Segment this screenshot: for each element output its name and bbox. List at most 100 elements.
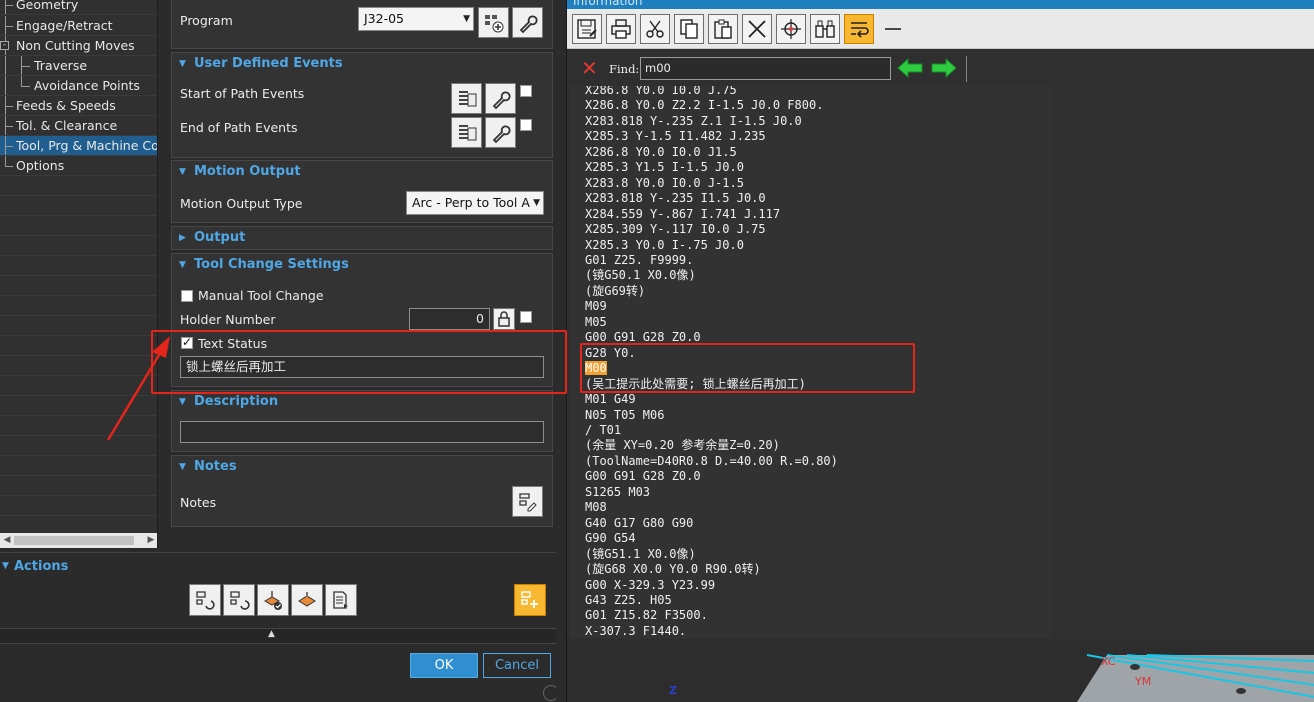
cut-button[interactable] <box>640 14 670 44</box>
print-button[interactable] <box>606 14 636 44</box>
customize-icon <box>521 591 538 608</box>
motion-output-type-select[interactable]: Arc - Perp to Tool A ▼ <box>406 191 544 215</box>
holder-number-value: 0 <box>476 311 484 326</box>
scrollbar-thumb[interactable] <box>14 536 134 545</box>
tree-item-label: Options <box>16 158 65 173</box>
chevron-up-icon: ▲ <box>268 629 275 639</box>
code-line: X284.559 Y-.867 I.741 J.117 <box>585 206 781 221</box>
select-point-button[interactable] <box>776 14 806 44</box>
tree-connector <box>21 86 30 87</box>
tree-connector <box>5 26 13 27</box>
end-events-list-button[interactable] <box>451 117 482 148</box>
find-button[interactable] <box>810 14 840 44</box>
scroll-right-icon[interactable]: ▶ <box>144 533 157 548</box>
replay-button[interactable] <box>223 584 255 616</box>
cancel-button[interactable]: Cancel <box>483 653 551 678</box>
end-events-checkbox[interactable] <box>520 119 532 131</box>
tree-connector <box>5 56 6 75</box>
code-line: S1265 M03 <box>585 484 651 499</box>
wrench-icon <box>492 91 511 110</box>
list-output-button[interactable] <box>325 584 357 616</box>
code-line: G01 Z25. F9999. <box>585 252 694 267</box>
edit-program-button[interactable] <box>512 7 543 38</box>
new-program-icon <box>485 15 504 33</box>
delete-button[interactable] <box>742 14 772 44</box>
verify-icon <box>263 591 282 610</box>
tool-change-header[interactable]: ▼ Tool Change Settings <box>172 254 552 276</box>
simulate-button[interactable] <box>291 584 323 616</box>
start-events-label: Start of Path Events <box>180 86 305 101</box>
tree-item-non-cutting-moves[interactable]: - Non Cutting Moves <box>0 36 157 56</box>
notes-label: Notes <box>180 495 217 510</box>
verify-button[interactable] <box>257 584 289 616</box>
start-events-list-button[interactable] <box>451 83 482 114</box>
collapse-triangle-icon[interactable]: ▼ <box>2 561 9 571</box>
tree-item-traverse[interactable]: Traverse <box>0 56 157 76</box>
ok-button[interactable]: OK <box>410 653 478 678</box>
code-line: X286.8 Y0.0 I0.0 J1.5 <box>585 144 737 159</box>
chevron-down-icon: ▼ <box>533 198 540 208</box>
tree-connector <box>5 146 13 147</box>
start-events-edit-button[interactable] <box>485 83 516 114</box>
manual-tool-change-checkbox[interactable] <box>181 290 193 302</box>
settings-panel: Program J32-05 ▼ ▼ User Defined Events S… <box>163 0 563 548</box>
close-find-icon[interactable]: ✕ <box>581 58 598 78</box>
code-line: X283.8 Y0.0 I0.0 J-1.5 <box>585 175 744 190</box>
new-program-button[interactable] <box>478 7 509 38</box>
tree-item-tool-prg-machine[interactable]: Tool, Prg & Machine Co <box>0 136 157 156</box>
holder-number-checkbox[interactable] <box>520 311 532 323</box>
graphics-viewport[interactable]: XC YM Z <box>567 639 1314 702</box>
find-next-icon[interactable] <box>931 58 957 78</box>
word-wrap-button[interactable] <box>844 14 874 44</box>
annotation-box-text-status <box>151 330 567 394</box>
start-events-checkbox[interactable] <box>520 85 532 97</box>
replay-path-icon <box>230 591 250 610</box>
notes-header[interactable]: ▼ Notes <box>172 456 552 478</box>
tree-item-label: Non Cutting Moves <box>16 38 135 53</box>
tree-item-feeds-speeds[interactable]: Feeds & Speeds <box>0 96 157 116</box>
save-as-button[interactable] <box>572 14 602 44</box>
actions-title[interactable]: Actions <box>14 559 68 574</box>
collapse-bar[interactable]: ▲ <box>0 628 556 644</box>
holder-lock-button[interactable] <box>493 308 515 330</box>
holder-number-field[interactable]: 0 <box>409 308 490 330</box>
output-header[interactable]: ▶ Output <box>171 226 553 250</box>
code-line: X286.8 Y0.0 Z2.2 I-1.5 J0.0 F800. <box>585 98 824 113</box>
collapse-triangle-icon: ▼ <box>179 462 186 472</box>
list-output-icon <box>333 591 348 609</box>
minimize-button[interactable] <box>878 14 908 44</box>
tree-item-geometry[interactable]: Geometry <box>0 0 157 15</box>
copy-button[interactable] <box>674 14 704 44</box>
motion-output-title: Motion Output <box>194 164 301 179</box>
notes-edit-icon <box>519 493 537 512</box>
dialog-button-bar: OK Cancel <box>0 644 559 702</box>
scroll-left-icon[interactable]: ◀ <box>0 533 14 548</box>
tree-horizontal-scrollbar[interactable]: ◀ ▶ <box>0 533 157 548</box>
customize-button[interactable] <box>514 584 546 616</box>
code-line: M08 <box>585 500 607 515</box>
find-input[interactable]: m00 <box>640 57 891 80</box>
code-line: X285.3 Y-1.5 I1.482 J.235 <box>585 129 766 144</box>
tree-item-options[interactable]: Options <box>0 156 157 176</box>
tree-item-engage-retract[interactable]: Engage/Retract <box>0 16 157 36</box>
notes-edit-button[interactable] <box>512 486 543 517</box>
tree-connector <box>5 76 6 95</box>
tree-item-avoidance-points[interactable]: Avoidance Points <box>0 76 157 96</box>
find-value: m00 <box>645 61 671 75</box>
motion-output-type-label: Motion Output Type <box>180 196 303 211</box>
user-events-header[interactable]: ▼ User Defined Events <box>172 53 552 75</box>
paste-button[interactable] <box>708 14 738 44</box>
tree-item-tol-clearance[interactable]: Tol. & Clearance <box>0 116 157 136</box>
paste-icon <box>714 19 732 39</box>
info-title-bar[interactable]: Information <box>567 0 1314 9</box>
program-select[interactable]: J32-05 ▼ <box>358 7 474 31</box>
description-header[interactable]: ▼ Description <box>172 391 552 413</box>
generate-button[interactable] <box>189 584 221 616</box>
end-events-edit-button[interactable] <box>485 117 516 148</box>
tree-connector <box>5 126 13 127</box>
motion-output-header[interactable]: ▼ Motion Output <box>172 161 552 183</box>
description-field[interactable] <box>180 421 544 443</box>
find-previous-icon[interactable] <box>897 58 923 78</box>
collapse-minus-icon[interactable]: - <box>0 41 9 50</box>
code-line: X283.818 Y-.235 I1.5 J0.0 <box>585 191 766 206</box>
